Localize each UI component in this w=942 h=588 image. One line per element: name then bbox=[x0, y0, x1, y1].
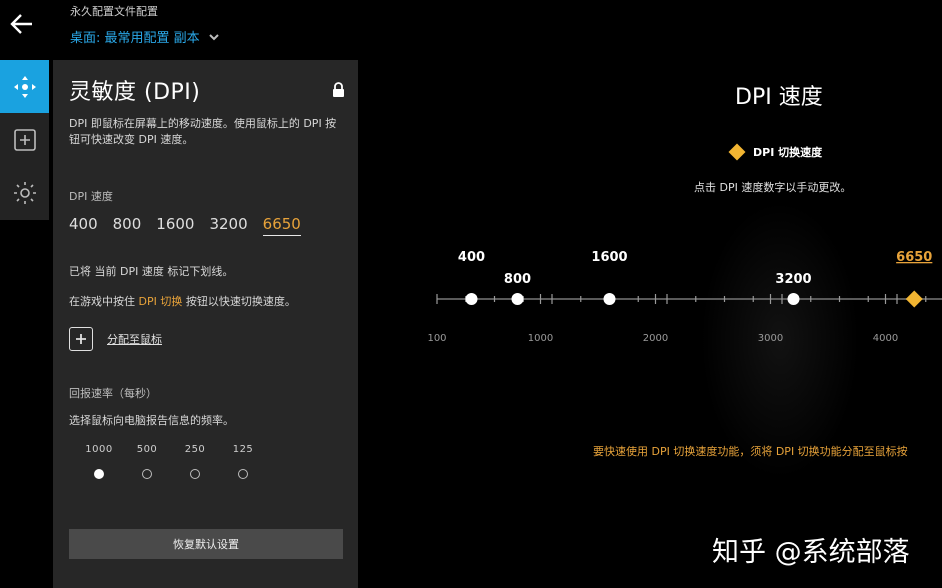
dpi-speed-title: DPI 速度 bbox=[735, 85, 823, 110]
report-rate-value: 125 bbox=[232, 444, 254, 455]
dpi-value-3200[interactable]: 3200 bbox=[209, 215, 247, 236]
dpi-value-800[interactable]: 800 bbox=[113, 215, 142, 236]
dpi-value-6650[interactable]: 6650 bbox=[262, 215, 301, 236]
rail-item-sensitivity[interactable] bbox=[0, 60, 49, 113]
dpi-point-400[interactable] bbox=[465, 293, 478, 305]
dpi-shift-marker[interactable] bbox=[905, 290, 923, 308]
sensitivity-icon bbox=[13, 75, 36, 98]
report-rate-description: 选择鼠标向电脑报告信息的频率。 bbox=[69, 414, 234, 427]
radio-button[interactable] bbox=[238, 469, 248, 479]
rail-item-assignments[interactable] bbox=[0, 113, 49, 166]
restore-defaults-button[interactable]: 恢复默认设置 bbox=[69, 529, 343, 559]
dpi-shift-legend: DPI 切换速度 bbox=[728, 143, 823, 161]
dpi-speed-label: DPI 速度 bbox=[69, 190, 113, 203]
watermark-text: 知乎 @系统部落 bbox=[712, 537, 910, 568]
report-rate-option-1000[interactable]: 1000 bbox=[75, 444, 123, 479]
report-rate-value: 500 bbox=[136, 444, 158, 455]
dpi-point-label[interactable]: 1600 bbox=[591, 250, 627, 265]
dpi-point-800[interactable] bbox=[511, 293, 524, 305]
axis-label: 3000 bbox=[758, 333, 783, 344]
dpi-point-1600[interactable] bbox=[603, 293, 616, 305]
legend-label: DPI 切换速度 bbox=[753, 146, 823, 159]
dpi-slider[interactable]: 100 1000 2000 3000 4000 400 800 1600 3200 6650 bbox=[0, 240, 942, 360]
axis-label: 4000 bbox=[873, 333, 898, 344]
profile-name: 桌面: 最常用配置 副本 bbox=[70, 31, 200, 46]
back-arrow-icon[interactable] bbox=[8, 10, 36, 38]
dpi-description: DPI 即鼠标在屏幕上的移动速度。使用鼠标上的 DPI 按钮可快速改变 DPI … bbox=[69, 117, 337, 146]
panel-title: 灵敏度 (DPI) bbox=[69, 80, 201, 105]
dpi-point-label[interactable]: 800 bbox=[504, 272, 531, 287]
dpi-shift-warning: 要快速使用 DPI 切换速度功能，须将 DPI 切换功能分配至鼠标按 bbox=[593, 445, 908, 458]
profile-selector[interactable]: 桌面: 最常用配置 副本 bbox=[70, 27, 220, 46]
report-rate-option-250[interactable]: 250 bbox=[171, 444, 219, 479]
dpi-point-label[interactable]: 3200 bbox=[775, 272, 811, 287]
lighting-icon bbox=[13, 181, 36, 204]
axis-label: 1000 bbox=[528, 333, 553, 344]
dpi-point-3200[interactable] bbox=[787, 293, 800, 305]
left-rail bbox=[0, 60, 49, 220]
report-rate-option-500[interactable]: 500 bbox=[123, 444, 171, 479]
radio-button[interactable] bbox=[142, 469, 152, 479]
report-rate-label: 回报速率（每秒） bbox=[69, 387, 157, 400]
rail-item-lighting[interactable] bbox=[0, 166, 49, 219]
report-rate-option-125[interactable]: 125 bbox=[219, 444, 267, 479]
dpi-value-400[interactable]: 400 bbox=[69, 215, 98, 236]
lock-icon bbox=[333, 82, 344, 97]
dpi-point-label[interactable]: 6650 bbox=[896, 250, 932, 265]
chevron-down-icon bbox=[208, 33, 219, 40]
radio-button[interactable] bbox=[94, 469, 104, 479]
radio-button[interactable] bbox=[190, 469, 200, 479]
axis-label: 100 bbox=[427, 333, 446, 344]
profile-label: 永久配置文件配置 bbox=[70, 5, 158, 18]
report-rate-options: 1000 500 250 125 bbox=[75, 444, 267, 479]
add-icon bbox=[13, 128, 36, 151]
manual-change-hint: 点击 DPI 速度数字以手动更改。 bbox=[694, 181, 852, 194]
axis-label: 2000 bbox=[643, 333, 668, 344]
dpi-values: 400 800 1600 3200 6650 bbox=[69, 215, 301, 236]
report-rate-value: 1000 bbox=[85, 444, 113, 455]
dpi-point-label[interactable]: 400 bbox=[458, 250, 485, 265]
diamond-icon bbox=[728, 143, 746, 161]
report-rate-value: 250 bbox=[184, 444, 206, 455]
dpi-value-1600[interactable]: 1600 bbox=[156, 215, 194, 236]
